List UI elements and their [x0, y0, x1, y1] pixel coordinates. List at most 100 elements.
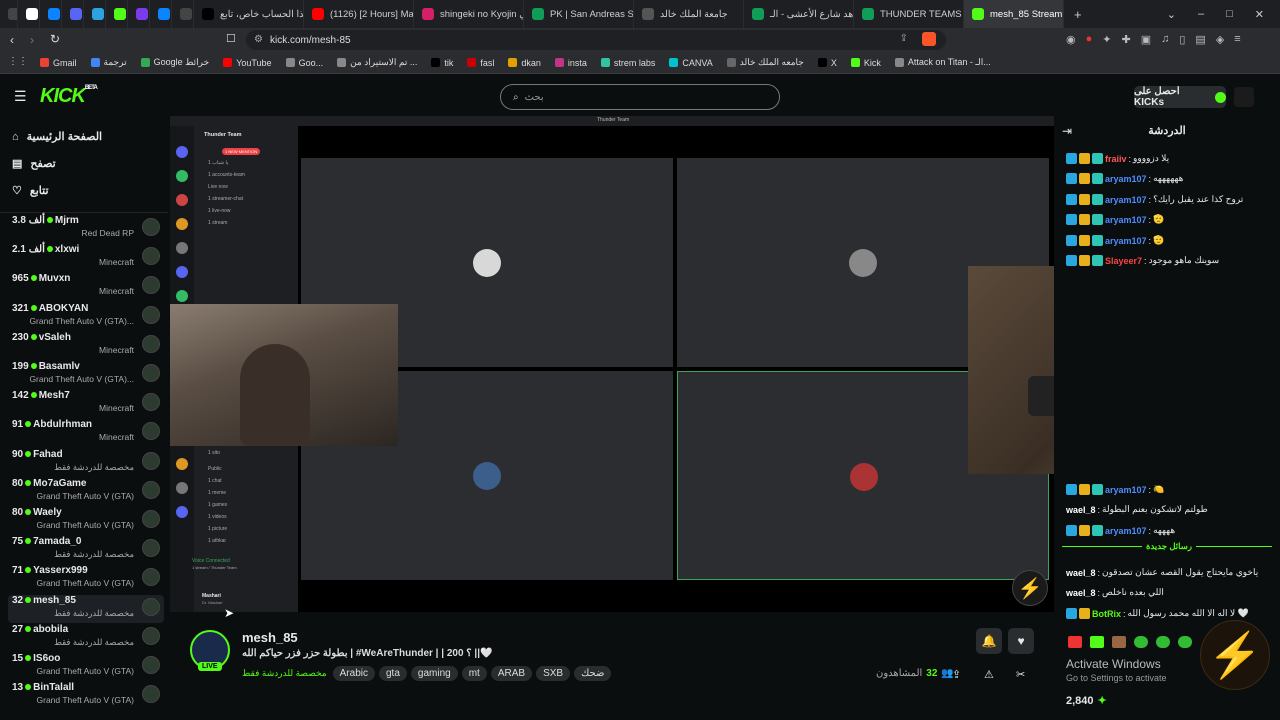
- browser-tab[interactable]: [0, 0, 18, 28]
- bookmark-item[interactable]: CANVA: [669, 58, 713, 68]
- browser-tab[interactable]: [40, 0, 62, 28]
- streamer-name[interactable]: mesh_85: [242, 630, 298, 645]
- browser-tab[interactable]: شاهد شارع الأعشى - الـ: [744, 0, 854, 28]
- browser-tab[interactable]: [172, 0, 194, 28]
- stream-tag[interactable]: Arabic: [332, 666, 375, 681]
- share-icon[interactable]: ⇪: [952, 668, 961, 681]
- sidebar-channel[interactable]: 142 Mesh7 Minecraft: [8, 390, 164, 418]
- stream-category[interactable]: مخصصة للدردشة فقط Arabic gta gaming mt ARAB S…: [242, 666, 615, 681]
- extension-icon[interactable]: ●: [1086, 33, 1093, 46]
- close-icon[interactable]: ✕: [1255, 8, 1264, 21]
- sidebar-channel[interactable]: 321 ABOKYAN Grand Theft Auto V (GTA)...: [8, 303, 164, 331]
- bookmark-item[interactable]: Goo...: [285, 58, 323, 68]
- bookmark-item[interactable]: تم الاستيراد من ...: [337, 57, 417, 68]
- browser-tab[interactable]: [62, 0, 84, 28]
- notify-bell-button[interactable]: 🔔: [976, 628, 1002, 654]
- sidebar-channel[interactable]: 3.8 ألف Mjrm Red Dead RP: [8, 215, 164, 243]
- bookmark-item[interactable]: fasl: [467, 58, 494, 68]
- kick-logo[interactable]: KICKBETA: [40, 85, 98, 108]
- sidebar-icon[interactable]: ▯: [1179, 33, 1185, 46]
- bookmark-item[interactable]: insta: [554, 58, 587, 68]
- sidebar-channel[interactable]: 71 Yasserx999 Grand Theft Auto V (GTA): [8, 565, 164, 593]
- sidebar-channel[interactable]: 90 Fahad مخصصة للدردشة فقط: [8, 449, 164, 477]
- get-kicks-button[interactable]: احصل على KICKs: [1134, 86, 1226, 108]
- search-input[interactable]: ⌕ بحث: [500, 84, 780, 110]
- chat-username[interactable]: wael_8: [1066, 588, 1096, 598]
- chat-username[interactable]: wael_8: [1066, 505, 1096, 515]
- stream-tag[interactable]: mt: [461, 666, 487, 681]
- browser-tab[interactable]: [84, 0, 106, 28]
- sidebar-channel[interactable]: 2.1 ألف xlxwi Minecraft: [8, 244, 164, 272]
- sidebar-nav-browse[interactable]: ▤ تصفح: [12, 157, 56, 170]
- chat-username[interactable]: aryam107: [1105, 195, 1147, 205]
- sidebar-channel[interactable]: 27 abobila مخصصة للدردشة فقط: [8, 624, 164, 652]
- minimize-icon[interactable]: –: [1198, 8, 1204, 21]
- bookmark-item[interactable]: X: [817, 58, 837, 68]
- emote-icon[interactable]: [1112, 636, 1126, 648]
- forward-icon[interactable]: ›: [30, 33, 34, 47]
- bookmark-item[interactable]: YouTube: [223, 58, 272, 68]
- stream-tag[interactable]: ضحك: [574, 666, 612, 681]
- chat-username[interactable]: aryam107: [1105, 526, 1147, 536]
- vpn-icon[interactable]: ◈: [1216, 33, 1224, 46]
- sidebar-channel[interactable]: 75 7amada_0 مخصصة للدردشة فقط: [8, 536, 164, 564]
- bookmark-item[interactable]: strem labs: [600, 58, 655, 68]
- browser-tab[interactable]: هذا الحساب خاص، تابع: [194, 0, 304, 28]
- emote-icon[interactable]: [1178, 636, 1192, 648]
- music-icon[interactable]: ♫: [1161, 33, 1169, 46]
- tab-search-icon[interactable]: ▣: [1141, 33, 1151, 46]
- browser-tab[interactable]: mesh_85 Stream×: [964, 0, 1064, 28]
- brave-shield-icon[interactable]: [922, 32, 936, 46]
- chat-username[interactable]: BotRix: [1092, 609, 1121, 619]
- sidebar-channel[interactable]: 80 Waely Grand Theft Auto V (GTA): [8, 507, 164, 535]
- sidebar-channel[interactable]: 199 Basamlv Grand Theft Auto V (GTA)...: [8, 361, 164, 389]
- sidebar-nav-home[interactable]: ⌂ الصفحة الرئيسية: [12, 130, 102, 144]
- browser-tab[interactable]: [18, 0, 40, 28]
- sidebar-channel[interactable]: 230 vSaleh Minecraft: [8, 332, 164, 360]
- bookmark-item[interactable]: Attack on Titan - الـ...: [894, 57, 991, 68]
- back-icon[interactable]: ‹: [10, 33, 14, 47]
- chat-username[interactable]: aryam107: [1105, 236, 1147, 246]
- chat-username[interactable]: fraiiv: [1105, 154, 1127, 164]
- extension-icon[interactable]: ◉: [1066, 33, 1076, 46]
- sidebar-channel[interactable]: 80 Mo7aGame Grand Theft Auto V (GTA): [8, 478, 164, 506]
- kicks-balance[interactable]: 2,840 ✦: [1066, 694, 1107, 708]
- bookmark-item[interactable]: dkan: [508, 58, 541, 68]
- browser-tab[interactable]: [106, 0, 128, 28]
- share-icon[interactable]: ⇪: [900, 33, 908, 44]
- report-icon[interactable]: ⚠: [984, 668, 994, 681]
- hamburger-icon[interactable]: ☰: [14, 88, 27, 105]
- sidebar-channel[interactable]: 91 Abdulrhman Minecraft: [8, 419, 164, 447]
- maximize-icon[interactable]: □: [1226, 8, 1233, 21]
- emote-icon[interactable]: [1090, 636, 1104, 648]
- browser-tab[interactable]: PK | San Andreas Stats: [524, 0, 634, 28]
- bookmark-item[interactable]: ترجمة: [90, 57, 127, 68]
- reload-icon[interactable]: ↻: [50, 32, 60, 46]
- emote-icon[interactable]: [1134, 636, 1148, 648]
- chat-username[interactable]: wael_8: [1066, 568, 1096, 578]
- browser-tab[interactable]: [128, 0, 150, 28]
- sidebar-channel[interactable]: 32 mesh_85 مخصصة للدردشة فقط: [8, 594, 164, 623]
- chat-username[interactable]: aryam107: [1105, 215, 1147, 225]
- stream-tag[interactable]: gta: [379, 666, 407, 681]
- chat-username[interactable]: aryam107: [1105, 485, 1147, 495]
- menu-icon[interactable]: ≡: [1234, 33, 1240, 46]
- puzzle-icon[interactable]: ✚: [1121, 33, 1130, 46]
- stream-tag[interactable]: SXB: [536, 666, 571, 681]
- avatar[interactable]: [1234, 87, 1254, 107]
- chat-username[interactable]: aryam107: [1105, 174, 1147, 184]
- bookmark-star-icon[interactable]: ☐: [226, 32, 236, 45]
- stream-tag[interactable]: ARAB: [490, 666, 533, 681]
- browser-tab[interactable]: shingeki no Kyojin انمي: [414, 0, 524, 28]
- extension-icon[interactable]: ✦: [1102, 33, 1111, 46]
- new-tab-icon[interactable]: +: [1074, 7, 1082, 22]
- chevron-down-icon[interactable]: ⌄: [1167, 8, 1176, 21]
- clip-icon[interactable]: ✂: [1016, 668, 1025, 681]
- stream-tag[interactable]: gaming: [410, 666, 458, 681]
- browser-tab[interactable]: [150, 0, 172, 28]
- bookmark-item[interactable]: Gmail: [40, 58, 77, 68]
- browser-tab[interactable]: (1126) [2 Hours] Mahe: [304, 0, 414, 28]
- bookmark-item[interactable]: Google خرائط: [140, 57, 209, 68]
- url-input[interactable]: ⚙ kick.com/mesh-85 ⇪: [246, 30, 946, 50]
- emote-icon[interactable]: [1156, 636, 1170, 648]
